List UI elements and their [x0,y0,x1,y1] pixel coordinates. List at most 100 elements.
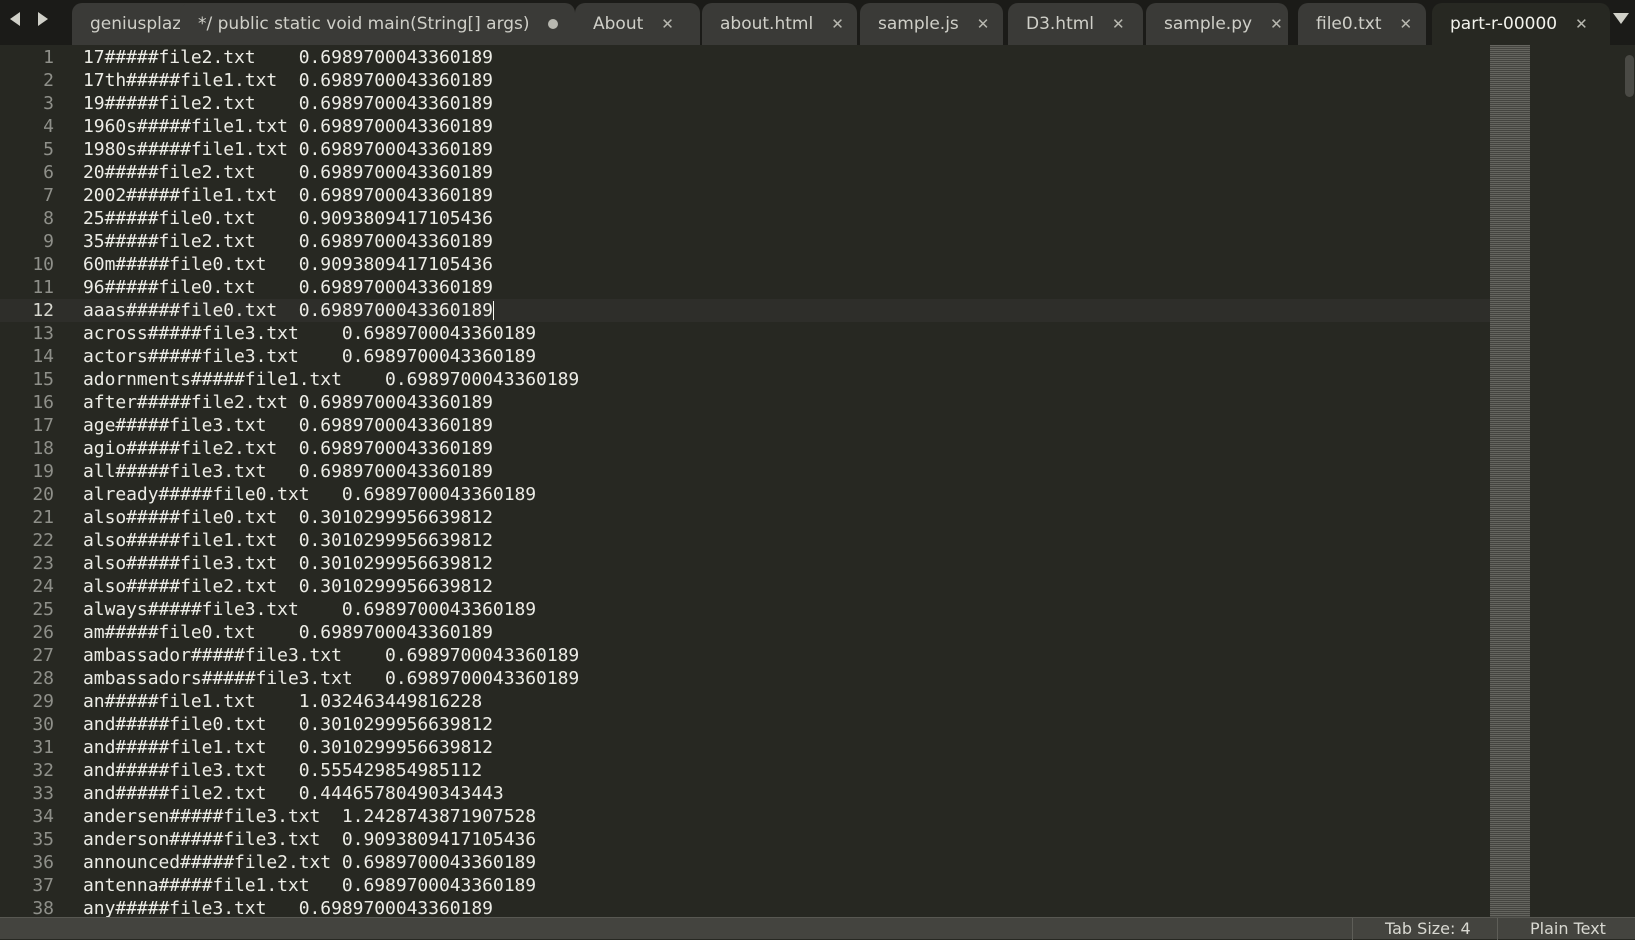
line-text[interactable]: ambassador#####file3.txt 0.6989700043360… [83,644,579,667]
line-text[interactable]: an#####file1.txt 1.032463449816228 [83,690,482,713]
tab-file0-txt[interactable]: file0.txt ✕ [1298,3,1426,45]
minimap-viewport[interactable] [1490,45,1530,917]
code-line[interactable]: 26 am#####file0.txt 0.6989700043360189 [0,621,1490,644]
line-text[interactable]: andersen#####file3.txt 1.242874387190752… [83,805,536,828]
line-text[interactable]: and#####file0.txt 0.3010299956639812 [83,713,493,736]
code-line[interactable]: 1 17#####file2.txt 0.6989700043360189 [0,46,1490,69]
line-text[interactable]: antenna#####file1.txt 0.6989700043360189 [83,874,536,897]
tab-part-r-00000[interactable]: part-r-00000 ✕ [1432,3,1610,45]
tab-sample-py[interactable]: sample.py ✕ [1146,3,1288,45]
line-text[interactable]: also#####file3.txt 0.3010299956639812 [83,552,493,575]
line-text[interactable]: adornments#####file1.txt 0.6989700043360… [83,368,579,391]
code-line[interactable]: 22 also#####file1.txt 0.3010299956639812 [0,529,1490,552]
line-text[interactable]: agio#####file2.txt 0.6989700043360189 [83,437,493,460]
code-line[interactable]: 8 25#####file0.txt 0.9093809417105436 [0,207,1490,230]
line-text[interactable]: all#####file3.txt 0.6989700043360189 [83,460,493,483]
code-line[interactable]: 5 1980s#####file1.txt 0.6989700043360189 [0,138,1490,161]
code-line[interactable]: 6 20#####file2.txt 0.6989700043360189 [0,161,1490,184]
close-icon[interactable]: ✕ [1400,15,1413,33]
code-line[interactable]: 9 35#####file2.txt 0.6989700043360189 [0,230,1490,253]
close-icon[interactable]: ✕ [831,15,844,33]
chevron-left-icon[interactable] [8,10,24,28]
close-icon[interactable]: ✕ [1112,15,1125,33]
line-text[interactable]: actors#####file3.txt 0.6989700043360189 [83,345,536,368]
line-text[interactable]: 35#####file2.txt 0.6989700043360189 [83,230,493,253]
minimap[interactable] [1490,45,1530,917]
line-text[interactable]: always#####file3.txt 0.6989700043360189 [83,598,536,621]
line-text[interactable]: also#####file2.txt 0.3010299956639812 [83,575,493,598]
line-text[interactable]: am#####file0.txt 0.6989700043360189 [83,621,493,644]
vertical-scrollbar[interactable] [1624,45,1635,917]
line-text[interactable]: also#####file1.txt 0.3010299956639812 [83,529,493,552]
code-line[interactable]: 12 aaas#####file0.txt 0.6989700043360189 [0,299,1490,322]
code-line[interactable]: 38 any#####file3.txt 0.6989700043360189 [0,897,1490,917]
line-text[interactable]: and#####file2.txt 0.44465780490343443 [83,782,504,805]
line-text[interactable]: anderson#####file3.txt 0.909380941710543… [83,828,536,851]
code-line[interactable]: 27 ambassador#####file3.txt 0.69897000433… [0,644,1490,667]
line-text[interactable]: 17th#####file1.txt 0.6989700043360189 [83,69,493,92]
code-line[interactable]: 10 60m#####file0.txt 0.9093809417105436 [0,253,1490,276]
code-line[interactable]: 36 announced#####file2.txt 0.698970004336… [0,851,1490,874]
code-line[interactable]: 35 anderson#####file3.txt 0.9093809417105… [0,828,1490,851]
tab-sample-js[interactable]: sample.js ✕ [860,3,1003,45]
code-line[interactable]: 2 17th#####file1.txt 0.6989700043360189 [0,69,1490,92]
close-icon[interactable]: ✕ [1270,15,1283,33]
syntax-selector[interactable]: Plain Text [1530,918,1606,940]
code-line[interactable]: 21 also#####file0.txt 0.3010299956639812 [0,506,1490,529]
line-text[interactable]: aaas#####file0.txt 0.6989700043360189 [83,299,493,322]
scrollbar-thumb[interactable] [1625,55,1634,97]
chevron-right-icon[interactable] [34,10,50,28]
editor[interactable]: 1 17#####file2.txt 0.6989700043360189 2 17t… [0,45,1635,917]
code-line[interactable]: 7 2002#####file1.txt 0.6989700043360189 [0,184,1490,207]
code-line[interactable]: 17 age#####file3.txt 0.6989700043360189 [0,414,1490,437]
line-text[interactable]: age#####file3.txt 0.6989700043360189 [83,414,493,437]
line-text[interactable]: ambassadors#####file3.txt 0.698970004336… [83,667,579,690]
tab-about[interactable]: About ✕ [575,3,700,45]
code-line[interactable]: 33 and#####file2.txt 0.44465780490343443 [0,782,1490,805]
line-text[interactable]: 19#####file2.txt 0.6989700043360189 [83,92,493,115]
code-line[interactable]: 16 after#####file2.txt 0.6989700043360189 [0,391,1490,414]
code-line[interactable]: 32 and#####file3.txt 0.555429854985112 [0,759,1490,782]
tab-main-method[interactable]: */ public static void main(String[] args… [180,3,575,45]
line-text[interactable]: and#####file3.txt 0.555429854985112 [83,759,482,782]
code-line[interactable]: 37 antenna#####file1.txt 0.69897000433601… [0,874,1490,897]
close-icon[interactable]: ✕ [1575,15,1588,33]
code-line[interactable]: 31 and#####file1.txt 0.3010299956639812 [0,736,1490,759]
code-line[interactable]: 15 adornments#####file1.txt 0.69897000433… [0,368,1490,391]
line-text[interactable]: announced#####file2.txt 0.69897000433601… [83,851,536,874]
line-text[interactable]: and#####file1.txt 0.3010299956639812 [83,736,493,759]
code-line[interactable]: 29 an#####file1.txt 1.032463449816228 [0,690,1490,713]
code-line[interactable]: 34 andersen#####file3.txt 1.2428743871907… [0,805,1490,828]
code-line[interactable]: 25 always#####file3.txt 0.698970004336018… [0,598,1490,621]
line-text[interactable]: 60m#####file0.txt 0.9093809417105436 [83,253,493,276]
code-line[interactable]: 19 all#####file3.txt 0.6989700043360189 [0,460,1490,483]
line-text[interactable]: also#####file0.txt 0.3010299956639812 [83,506,493,529]
code-line[interactable]: 18 agio#####file2.txt 0.6989700043360189 [0,437,1490,460]
line-text[interactable]: any#####file3.txt 0.6989700043360189 [83,897,493,917]
line-text[interactable]: 96#####file0.txt 0.6989700043360189 [83,276,493,299]
line-text[interactable]: 17#####file2.txt 0.6989700043360189 [83,46,493,69]
line-text[interactable]: 20#####file2.txt 0.6989700043360189 [83,161,493,184]
line-text[interactable]: 2002#####file1.txt 0.6989700043360189 [83,184,493,207]
line-text[interactable]: already#####file0.txt 0.6989700043360189 [83,483,536,506]
close-icon[interactable]: ✕ [661,15,674,33]
tab-size-selector[interactable]: Tab Size: 4 [1385,918,1471,940]
close-icon[interactable]: ✕ [977,15,990,33]
code-line[interactable]: 30 and#####file0.txt 0.3010299956639812 [0,713,1490,736]
code-line[interactable]: 4 1960s#####file1.txt 0.6989700043360189 [0,115,1490,138]
code-line[interactable]: 24 also#####file2.txt 0.3010299956639812 [0,575,1490,598]
line-text[interactable]: 1960s#####file1.txt 0.6989700043360189 [83,115,493,138]
tab-about-html[interactable]: about.html ✕ [702,3,857,45]
code-line[interactable]: 11 96#####file0.txt 0.6989700043360189 [0,276,1490,299]
code-line[interactable]: 28 ambassadors#####file3.txt 0.6989700043… [0,667,1490,690]
line-text[interactable]: 25#####file0.txt 0.9093809417105436 [83,207,493,230]
line-text[interactable]: after#####file2.txt 0.6989700043360189 [83,391,493,414]
line-text[interactable]: 1980s#####file1.txt 0.6989700043360189 [83,138,493,161]
code-line[interactable]: 3 19#####file2.txt 0.6989700043360189 [0,92,1490,115]
chevron-down-icon[interactable] [1613,10,1631,28]
tab-d3-html[interactable]: D3.html ✕ [1008,3,1143,45]
unsaved-dot-icon[interactable] [547,19,558,29]
code-line[interactable]: 13 across#####file3.txt 0.698970004336018… [0,322,1490,345]
line-text[interactable]: across#####file3.txt 0.6989700043360189 [83,322,536,345]
code-line[interactable]: 20 already#####file0.txt 0.69897000433601… [0,483,1490,506]
